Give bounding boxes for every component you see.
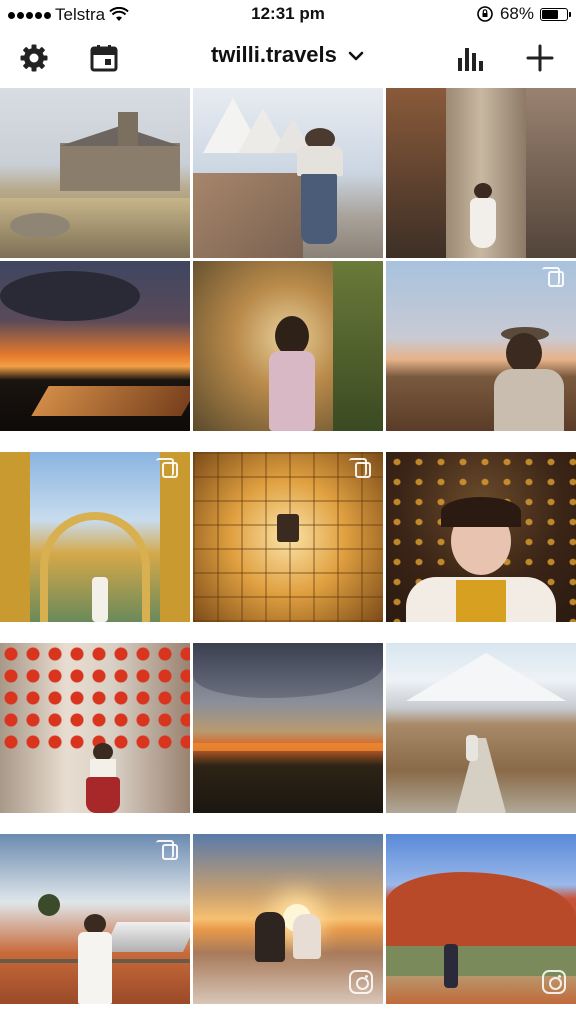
orientation-lock-icon: [477, 6, 493, 22]
multiple-photos-icon: [349, 458, 371, 478]
post-infinity-mirror-room[interactable]: [193, 452, 383, 622]
post-moroccan-arch[interactable]: [0, 452, 190, 622]
account-switcher[interactable]: twilli.travels: [0, 42, 576, 68]
plus-icon[interactable]: [522, 40, 558, 76]
post-mountain-hiking-trail[interactable]: [386, 643, 576, 813]
post-desert-dusk-portrait[interactable]: [386, 261, 576, 431]
post-stormy-outback-sky[interactable]: [193, 643, 383, 813]
post-church-lake-tekapo[interactable]: [0, 88, 190, 258]
post-autumn-leaves-portrait[interactable]: [386, 452, 576, 622]
multiple-photos-icon: [542, 267, 564, 287]
bar-chart-icon[interactable]: [452, 40, 488, 76]
battery-icon: [540, 7, 571, 21]
profile-header: twilli.travels: [0, 30, 576, 86]
username: twilli.travels: [210, 42, 337, 67]
status-bar: Telstra 12:31 pm 68%: [0, 0, 576, 30]
reel-icon: [349, 970, 373, 994]
chevron-down-icon: [348, 51, 364, 61]
post-uluru-walk[interactable]: [386, 834, 576, 1004]
post-sunset-solar-farm[interactable]: [0, 261, 190, 431]
post-outback-white-jumpsuit[interactable]: [0, 834, 190, 1004]
post-red-lanterns-alley[interactable]: [0, 643, 190, 813]
battery-fill: [542, 9, 559, 19]
multiple-photos-icon: [156, 458, 178, 478]
post-melbourne-laneway[interactable]: [386, 88, 576, 258]
post-sunrise-couple[interactable]: [193, 834, 383, 1004]
battery-percent: 68%: [499, 4, 534, 23]
post-fairy-light-garden[interactable]: [193, 261, 383, 431]
photo-grid: [0, 88, 576, 1024]
post-sydney-opera-house[interactable]: [193, 88, 383, 258]
multiple-photos-icon: [156, 840, 178, 860]
reel-icon: [542, 970, 566, 994]
